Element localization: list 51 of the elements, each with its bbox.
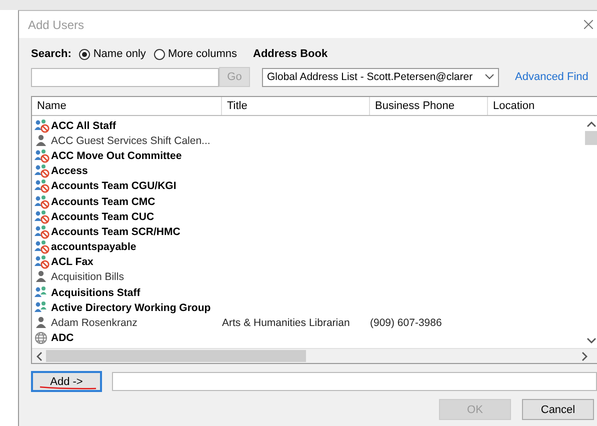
blocked-group-icon [34, 148, 50, 163]
add-button[interactable]: Add -> [31, 371, 102, 392]
chevron-down-icon [485, 74, 494, 80]
contact-phone: (909) 607-3986 [370, 317, 443, 330]
contact-name[interactable]: Acquisition Bills [51, 271, 124, 284]
contact-name[interactable]: Active Directory Working Group [51, 302, 211, 314]
contact-name[interactable]: Acquisitions Staff [51, 286, 140, 299]
search-option-radio[interactable]: Name only [79, 48, 146, 60]
chevron-left-icon[interactable] [36, 352, 42, 360]
blocked-group-icon [34, 118, 50, 133]
contact-name[interactable]: Accounts Team CMC [51, 196, 156, 208]
cancel-button[interactable]: Cancel [522, 399, 594, 420]
horizontal-scrollbar[interactable] [32, 348, 597, 363]
contact-name[interactable]: ACC Guest Services Shift Calen... [51, 134, 210, 147]
chevron-right-icon[interactable] [582, 352, 588, 360]
contact-name[interactable]: ADC [51, 332, 74, 344]
chevron-down-icon[interactable] [586, 338, 596, 344]
close-icon[interactable] [584, 20, 593, 29]
scroll-thumb[interactable] [585, 131, 597, 145]
address-book-label: Address Book [253, 48, 328, 60]
search-field[interactable] [31, 68, 219, 86]
column-header[interactable]: Location [488, 97, 597, 115]
contact-name[interactable]: Accounts Team CUC [51, 210, 154, 223]
column-header[interactable]: Title [222, 97, 370, 115]
recipients-field[interactable] [112, 372, 597, 391]
contact-name[interactable]: Access [51, 165, 88, 178]
contact-name[interactable]: accountspayable [51, 241, 136, 254]
advanced-find-link[interactable]: Advanced Find [515, 71, 588, 83]
column-header[interactable]: Name [32, 97, 222, 115]
contact-name[interactable]: Accounts Team CGU/KGI [51, 180, 176, 192]
contact-name[interactable]: Adam Rosenkranz [51, 317, 138, 330]
blocked-group-icon [34, 224, 50, 239]
globe-icon [34, 331, 50, 346]
search-option-radio[interactable]: More columns [154, 48, 238, 60]
blocked-group-icon [34, 255, 50, 270]
blocked-group-icon [34, 164, 50, 178]
blocked-group-icon [34, 240, 50, 254]
blocked-group-icon [34, 179, 50, 194]
contact-name[interactable]: Accounts Team SCR/HMC [51, 226, 180, 238]
scroll-thumb[interactable] [46, 350, 306, 362]
column-header[interactable]: Business Phone [370, 97, 488, 115]
blocked-group-icon [34, 194, 50, 209]
chevron-up-icon[interactable] [586, 121, 596, 127]
contact-name[interactable]: ACL Fax [51, 256, 94, 268]
search-label: Search: [31, 48, 72, 60]
contact-title: Arts & Humanities Librarian [222, 317, 351, 330]
window-title: Add Users [28, 18, 84, 32]
contact-name[interactable]: ACC Move Out Committee [51, 150, 182, 162]
address-book-dropdown[interactable]: Global Address List - Scott.Petersen@clarer [262, 68, 499, 86]
contact-name[interactable]: ACC All Staff [51, 120, 116, 132]
blocked-group-icon [34, 210, 50, 224]
